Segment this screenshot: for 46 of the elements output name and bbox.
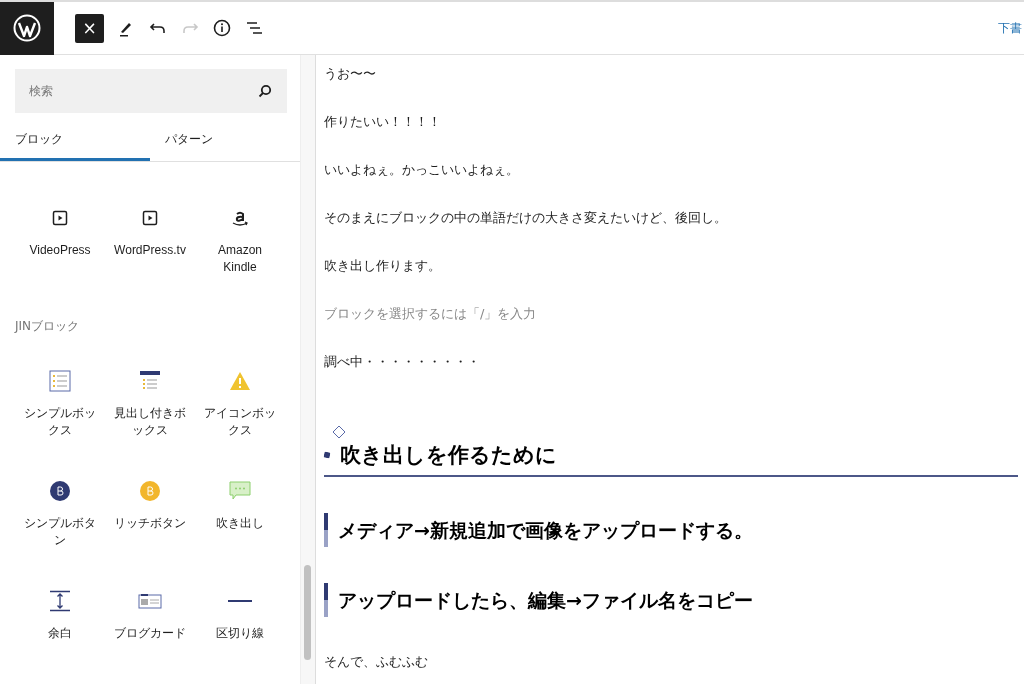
- paragraph: そのまえにブロックの中の単語だけの大きさ変えたいけど、後回し。: [324, 209, 728, 227]
- separator-icon: [228, 599, 252, 603]
- tab[interactable]: パターン: [150, 121, 300, 161]
- warning-icon: [229, 371, 251, 391]
- close-button[interactable]: ×: [75, 13, 104, 43]
- block-item[interactable]: 区切り線: [195, 579, 285, 675]
- wordpress-icon: [13, 14, 41, 42]
- card-icon: [138, 593, 162, 609]
- paragraph: そんで、ふむふむ: [324, 653, 429, 671]
- video-icon: [142, 210, 158, 226]
- block-item[interactable]: リッチボタン: [105, 469, 195, 565]
- video-icon: [52, 210, 68, 226]
- block-item[interactable]: シンプルボタン: [15, 469, 105, 565]
- heading-text: 吹き出しを作るために: [340, 442, 557, 469]
- block-item[interactable]: アイコンボックス: [195, 359, 285, 455]
- subheading: アップロードしたら、編集→ファイル名をコピー: [324, 583, 1018, 617]
- block-item[interactable]: ブログカード: [105, 579, 195, 675]
- search-field[interactable]: 検索: [15, 69, 287, 113]
- paragraph: 吹き出し作ります。: [324, 257, 442, 275]
- paragraph: いいよねぇ。かっこいいよねぇ。: [324, 161, 520, 179]
- paragraph: 調べ中・・・・・・・・・: [324, 353, 481, 371]
- save-draft-link[interactable]: 下書: [998, 19, 1024, 37]
- titled-box-icon: [139, 370, 161, 392]
- block-item[interactable]: Amazon Kindle: [195, 196, 285, 292]
- b-circle-icon: [139, 480, 161, 502]
- block-item[interactable]: WordPress.tv: [105, 196, 195, 292]
- scrollbar-thumb[interactable]: [304, 565, 311, 660]
- tab[interactable]: ブロック: [0, 121, 150, 161]
- paragraph: 作りたいい！！！！: [324, 113, 442, 131]
- b-circle-icon: [49, 480, 71, 502]
- paragraph: うお〜〜: [324, 65, 377, 83]
- block-item[interactable]: 余白: [15, 579, 105, 675]
- speech-bubble-icon: [228, 481, 252, 501]
- list-box-icon: [49, 370, 71, 392]
- info-icon[interactable]: [212, 18, 232, 38]
- block-item[interactable]: 見出し付きボックス: [105, 359, 195, 455]
- block-item[interactable]: VideoPress: [15, 196, 105, 292]
- block-placeholder[interactable]: ブロックを選択するには「/」を入力: [324, 305, 1018, 323]
- category-heading: JINブロック: [15, 318, 81, 335]
- diamond-icon: [332, 425, 346, 439]
- spacer-icon: [49, 590, 71, 612]
- search-icon: [257, 83, 273, 99]
- block-item[interactable]: シンプルボックス: [15, 359, 105, 455]
- wordpress-logo[interactable]: [0, 1, 54, 55]
- subheading: メディア→新規追加で画像をアップロードする。: [324, 513, 1018, 547]
- block-item[interactable]: 吹き出し: [195, 469, 285, 565]
